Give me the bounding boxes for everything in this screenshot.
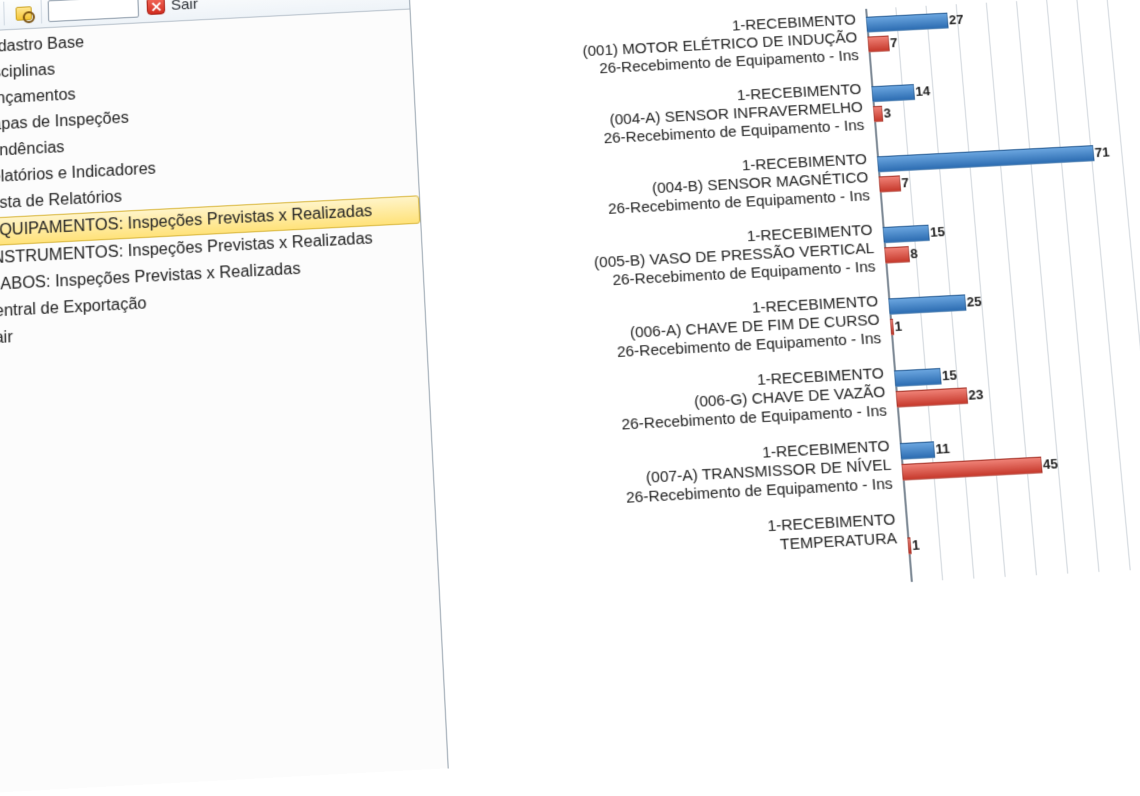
close-icon bbox=[146, 0, 165, 15]
nav-exit-label: Sair bbox=[171, 0, 199, 13]
bar-value: 14 bbox=[913, 83, 931, 99]
navigation-panel: gação Sair ▸ C bbox=[0, 0, 449, 796]
bar-realizado: 1 bbox=[907, 537, 911, 554]
bar-realizado: 7 bbox=[867, 36, 889, 53]
bar-value: 8 bbox=[908, 246, 919, 262]
bar-realizado: 3 bbox=[873, 106, 883, 122]
bar-value: 71 bbox=[1092, 144, 1110, 160]
bar-realizado: 8 bbox=[884, 246, 910, 264]
bar-value: 25 bbox=[964, 294, 982, 310]
bar-realizado: 45 bbox=[901, 457, 1042, 481]
nav-exit-button[interactable]: Sair bbox=[144, 0, 204, 17]
tree-item-label: Cadastro Base bbox=[0, 32, 84, 59]
bar-value: 7 bbox=[899, 175, 910, 191]
bar-realizado: 7 bbox=[878, 175, 901, 192]
chart-area: Inspeções Previstas x Previsto 1-RECEBIM… bbox=[409, 0, 1140, 768]
bar-previsto: 15 bbox=[883, 225, 930, 244]
search-folder-icon bbox=[14, 3, 33, 22]
bar-value: 1 bbox=[892, 318, 903, 334]
bar-value: 15 bbox=[927, 224, 945, 240]
bar-value: 11 bbox=[933, 440, 951, 457]
bar-value: 7 bbox=[888, 35, 899, 50]
bar-value: 27 bbox=[946, 12, 964, 28]
bar-value: 3 bbox=[881, 105, 892, 120]
bar-realizado: 23 bbox=[896, 387, 969, 407]
bar-realizado: 1 bbox=[890, 319, 894, 336]
tree-item-label: Disciplinas bbox=[0, 60, 55, 86]
nav-tree: ▸ Cadastro Base ▸ Disciplinas ▸ Lançamen… bbox=[0, 10, 426, 356]
bar-value: 1 bbox=[909, 537, 920, 553]
bar-value: 23 bbox=[966, 387, 984, 403]
bar-previsto: 71 bbox=[877, 145, 1095, 172]
content-panel: TAGNET Inspeções Previstas x Previsto bbox=[407, 0, 1140, 768]
bar-previsto: 25 bbox=[888, 294, 966, 314]
bar-previsto: 11 bbox=[900, 441, 935, 460]
tree-item-label: Lançamentos bbox=[0, 84, 76, 111]
bar-value: 45 bbox=[1040, 456, 1058, 473]
tree-item-label: Pendências bbox=[0, 137, 65, 164]
bar-previsto: 14 bbox=[871, 84, 915, 102]
bar-previsto: 15 bbox=[894, 368, 942, 387]
refresh-button[interactable] bbox=[0, 2, 5, 28]
chart-plot: 1-RECEBIMENTO(001) MOTOR ELÉTRICO DE IND… bbox=[442, 0, 1140, 605]
bar-previsto: 27 bbox=[866, 13, 949, 33]
search-button[interactable] bbox=[6, 0, 42, 25]
nav-search-input[interactable] bbox=[48, 0, 139, 22]
bar-value: 15 bbox=[939, 367, 957, 383]
tree-item-label: Sair bbox=[0, 327, 13, 351]
